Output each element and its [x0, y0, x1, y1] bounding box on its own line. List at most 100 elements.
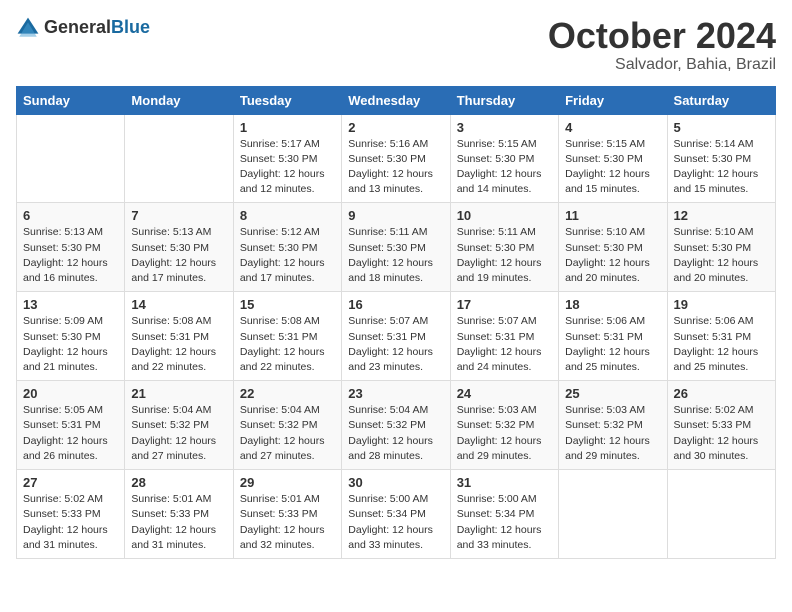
day-number: 17 — [457, 297, 552, 312]
day-info: Sunrise: 5:00 AM Sunset: 5:34 PM Dayligh… — [457, 492, 552, 553]
calendar-cell: 18 Sunrise: 5:06 AM Sunset: 5:31 PM Dayli… — [559, 292, 667, 381]
calendar-cell: 15Sunrise: 5:08 AM Sunset: 5:31 PM Dayli… — [233, 292, 341, 381]
day-number: 15 — [240, 297, 335, 312]
logo-icon — [16, 16, 40, 40]
day-number: 26 — [674, 386, 769, 401]
day-number: 28 — [131, 475, 226, 490]
day-number: 23 — [348, 386, 443, 401]
month-title: October 2024 — [548, 16, 776, 56]
day-info: Sunrise: 5:11 AM Sunset: 5:30 PM Dayligh… — [348, 225, 443, 286]
day-info: Sunrise: 5:15 AM Sunset: 5:30 PM Dayligh… — [457, 137, 552, 198]
day-info: Sunrise: 5:01 AM Sunset: 5:33 PM Dayligh… — [131, 492, 226, 553]
calendar-cell — [17, 114, 125, 203]
calendar-cell: 25 Sunrise: 5:03 AM Sunset: 5:32 PM Dayli… — [559, 381, 667, 470]
day-number: 12 — [674, 208, 769, 223]
day-number: 30 — [348, 475, 443, 490]
calendar-cell: 19 Sunrise: 5:06 AM Sunset: 5:31 PM Dayli… — [667, 292, 775, 381]
day-number: 18 — [565, 297, 660, 312]
calendar-week-row: 1Sunrise: 5:17 AM Sunset: 5:30 PM Daylig… — [17, 114, 776, 203]
logo: General Blue — [16, 16, 150, 40]
calendar-cell: 21 Sunrise: 5:04 AM Sunset: 5:32 PM Dayli… — [125, 381, 233, 470]
logo-blue: Blue — [111, 18, 150, 38]
day-info: Sunrise: 5:06 AM Sunset: 5:31 PM Dayligh… — [565, 314, 660, 375]
day-number: 24 — [457, 386, 552, 401]
day-number: 7 — [131, 208, 226, 223]
day-info: Sunrise: 5:01 AM Sunset: 5:33 PM Dayligh… — [240, 492, 335, 553]
calendar-cell: 23 Sunrise: 5:04 AM Sunset: 5:32 PM Dayli… — [342, 381, 450, 470]
day-info: Sunrise: 5:04 AM Sunset: 5:32 PM Dayligh… — [240, 403, 335, 464]
day-info: Sunrise: 5:03 AM Sunset: 5:32 PM Dayligh… — [565, 403, 660, 464]
day-number: 2 — [348, 120, 443, 135]
calendar-cell: 20 Sunrise: 5:05 AM Sunset: 5:31 PM Dayli… — [17, 381, 125, 470]
day-info: Sunrise: 5:15 AM Sunset: 5:30 PM Dayligh… — [565, 137, 660, 198]
calendar-cell: 13Sunrise: 5:09 AM Sunset: 5:30 PM Dayli… — [17, 292, 125, 381]
calendar-cell: 8 Sunrise: 5:12 AM Sunset: 5:30 PM Daylig… — [233, 203, 341, 292]
day-number: 22 — [240, 386, 335, 401]
day-info: Sunrise: 5:02 AM Sunset: 5:33 PM Dayligh… — [23, 492, 118, 553]
logo-general: General — [44, 18, 111, 38]
calendar-cell: 29 Sunrise: 5:01 AM Sunset: 5:33 PM Dayli… — [233, 470, 341, 559]
day-info: Sunrise: 5:17 AM Sunset: 5:30 PM Dayligh… — [240, 137, 335, 198]
weekday-header: Monday — [125, 86, 233, 114]
day-number: 14 — [131, 297, 226, 312]
day-number: 11 — [565, 208, 660, 223]
calendar-week-row: 20 Sunrise: 5:05 AM Sunset: 5:31 PM Dayli… — [17, 381, 776, 470]
calendar-cell — [125, 114, 233, 203]
day-info: Sunrise: 5:07 AM Sunset: 5:31 PM Dayligh… — [457, 314, 552, 375]
day-number: 31 — [457, 475, 552, 490]
calendar-cell: 27 Sunrise: 5:02 AM Sunset: 5:33 PM Dayli… — [17, 470, 125, 559]
day-number: 19 — [674, 297, 769, 312]
day-number: 27 — [23, 475, 118, 490]
day-number: 5 — [674, 120, 769, 135]
weekday-header-row: SundayMondayTuesdayWednesdayThursdayFrid… — [17, 86, 776, 114]
day-info: Sunrise: 5:02 AM Sunset: 5:33 PM Dayligh… — [674, 403, 769, 464]
calendar-cell: 2 Sunrise: 5:16 AM Sunset: 5:30 PM Daylig… — [342, 114, 450, 203]
weekday-header: Thursday — [450, 86, 558, 114]
day-info: Sunrise: 5:11 AM Sunset: 5:30 PM Dayligh… — [457, 225, 552, 286]
logo-text: General Blue — [44, 18, 150, 38]
calendar-cell: 30 Sunrise: 5:00 AM Sunset: 5:34 PM Dayli… — [342, 470, 450, 559]
day-number: 20 — [23, 386, 118, 401]
day-info: Sunrise: 5:04 AM Sunset: 5:32 PM Dayligh… — [348, 403, 443, 464]
day-info: Sunrise: 5:00 AM Sunset: 5:34 PM Dayligh… — [348, 492, 443, 553]
day-info: Sunrise: 5:03 AM Sunset: 5:32 PM Dayligh… — [457, 403, 552, 464]
weekday-header: Tuesday — [233, 86, 341, 114]
day-number: 3 — [457, 120, 552, 135]
calendar-cell: 1Sunrise: 5:17 AM Sunset: 5:30 PM Daylig… — [233, 114, 341, 203]
day-number: 6 — [23, 208, 118, 223]
calendar-cell: 5Sunrise: 5:14 AM Sunset: 5:30 PM Daylig… — [667, 114, 775, 203]
day-number: 8 — [240, 208, 335, 223]
calendar-cell: 3 Sunrise: 5:15 AM Sunset: 5:30 PM Daylig… — [450, 114, 558, 203]
calendar-cell — [559, 470, 667, 559]
day-info: Sunrise: 5:06 AM Sunset: 5:31 PM Dayligh… — [674, 314, 769, 375]
day-info: Sunrise: 5:04 AM Sunset: 5:32 PM Dayligh… — [131, 403, 226, 464]
day-number: 29 — [240, 475, 335, 490]
calendar-cell: 12 Sunrise: 5:10 AM Sunset: 5:30 PM Dayli… — [667, 203, 775, 292]
day-number: 10 — [457, 208, 552, 223]
calendar-cell: 11Sunrise: 5:10 AM Sunset: 5:30 PM Dayli… — [559, 203, 667, 292]
calendar-cell: 4Sunrise: 5:15 AM Sunset: 5:30 PM Daylig… — [559, 114, 667, 203]
day-number: 21 — [131, 386, 226, 401]
day-number: 25 — [565, 386, 660, 401]
day-info: Sunrise: 5:16 AM Sunset: 5:30 PM Dayligh… — [348, 137, 443, 198]
day-info: Sunrise: 5:09 AM Sunset: 5:30 PM Dayligh… — [23, 314, 118, 375]
calendar-week-row: 27 Sunrise: 5:02 AM Sunset: 5:33 PM Dayli… — [17, 470, 776, 559]
calendar-cell: 7 Sunrise: 5:13 AM Sunset: 5:30 PM Daylig… — [125, 203, 233, 292]
day-info: Sunrise: 5:05 AM Sunset: 5:31 PM Dayligh… — [23, 403, 118, 464]
day-info: Sunrise: 5:10 AM Sunset: 5:30 PM Dayligh… — [674, 225, 769, 286]
location-title: Salvador, Bahia, Brazil — [548, 56, 776, 74]
day-info: Sunrise: 5:13 AM Sunset: 5:30 PM Dayligh… — [131, 225, 226, 286]
page-header: General Blue October 2024 Salvador, Bahi… — [16, 16, 776, 74]
calendar-cell — [667, 470, 775, 559]
calendar-cell: 16 Sunrise: 5:07 AM Sunset: 5:31 PM Dayli… — [342, 292, 450, 381]
day-info: Sunrise: 5:12 AM Sunset: 5:30 PM Dayligh… — [240, 225, 335, 286]
day-info: Sunrise: 5:08 AM Sunset: 5:31 PM Dayligh… — [131, 314, 226, 375]
calendar-cell: 10 Sunrise: 5:11 AM Sunset: 5:30 PM Dayli… — [450, 203, 558, 292]
calendar-cell: 6Sunrise: 5:13 AM Sunset: 5:30 PM Daylig… — [17, 203, 125, 292]
weekday-header: Wednesday — [342, 86, 450, 114]
calendar-cell: 31 Sunrise: 5:00 AM Sunset: 5:34 PM Dayli… — [450, 470, 558, 559]
day-info: Sunrise: 5:07 AM Sunset: 5:31 PM Dayligh… — [348, 314, 443, 375]
weekday-header: Saturday — [667, 86, 775, 114]
calendar-cell: 28 Sunrise: 5:01 AM Sunset: 5:33 PM Dayli… — [125, 470, 233, 559]
day-number: 16 — [348, 297, 443, 312]
